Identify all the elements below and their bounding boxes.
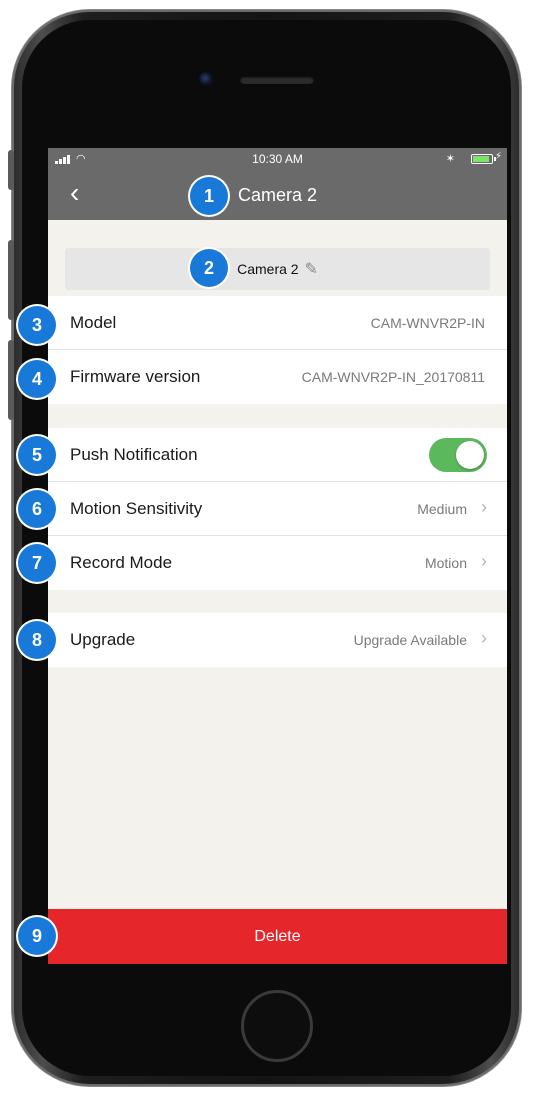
chevron-right-icon: › (481, 551, 487, 571)
motion-sensitivity-value: Medium (417, 501, 467, 517)
upgrade-value: Upgrade Available (353, 632, 467, 648)
camera-name-field[interactable]: Camera 2 ✎ (65, 248, 490, 290)
volume-down-button (8, 340, 14, 420)
settings-group: Push Notification Motion Sensitivity Med… (48, 428, 507, 590)
callout-badge-7: 7 (18, 544, 56, 582)
callout-badge-6: 6 (18, 490, 56, 528)
push-notification-row: Push Notification (48, 428, 507, 482)
record-mode-label: Record Mode (70, 553, 173, 572)
callout-badge-5: 5 (18, 436, 56, 474)
motion-sensitivity-row[interactable]: Motion Sensitivity Medium › (48, 482, 507, 536)
volume-up-button (8, 240, 14, 320)
chevron-right-icon: › (481, 497, 487, 517)
record-mode-value: Motion (424, 555, 467, 571)
status-time: 10:30 AM (252, 152, 303, 166)
bluetooth-icon: ✶ (445, 153, 455, 165)
callout-badge-1: 1 (190, 177, 228, 215)
charging-icon: ⚡ (494, 151, 502, 162)
mute-switch (8, 150, 14, 190)
push-notification-label: Push Notification (70, 445, 198, 464)
pencil-icon[interactable]: ✎ (304, 261, 317, 278)
callout-badge-3: 3 (18, 306, 56, 344)
home-button[interactable] (241, 990, 313, 1062)
firmware-label: Firmware version (70, 367, 201, 386)
front-camera (199, 72, 213, 86)
callout-badge-8: 8 (18, 621, 56, 659)
page-title: Camera 2 (237, 185, 318, 205)
info-group: Model CAM-WNVR2P-IN Firmware version CAM… (48, 296, 507, 404)
model-row: Model CAM-WNVR2P-IN (48, 296, 507, 350)
model-label: Model (70, 313, 117, 332)
upgrade-label: Upgrade (70, 630, 136, 649)
callout-badge-9: 9 (18, 917, 56, 955)
upgrade-group: Upgrade Upgrade Available › (48, 613, 507, 667)
app-screen: ◠ 10:30 AM ✶ ⚡ ‹ Camera 2 Camera 2 ✎ Mod… (48, 148, 507, 964)
model-value: CAM-WNVR2P-IN (370, 315, 485, 331)
callout-badge-4: 4 (18, 360, 56, 398)
push-notification-toggle[interactable] (429, 438, 487, 472)
upgrade-row[interactable]: Upgrade Upgrade Available › (48, 613, 507, 667)
callout-badge-2: 2 (190, 249, 228, 287)
chevron-right-icon: › (481, 628, 487, 648)
delete-button[interactable]: Delete (48, 909, 507, 964)
camera-name-text: Camera 2 (237, 261, 299, 277)
toggle-knob (456, 441, 484, 469)
status-bar: ◠ 10:30 AM ✶ ⚡ (48, 148, 507, 170)
record-mode-row[interactable]: Record Mode Motion › (48, 536, 507, 590)
firmware-value: CAM-WNVR2P-IN_20170811 (301, 369, 485, 385)
battery-icon (471, 154, 496, 164)
firmware-row: Firmware version CAM-WNVR2P-IN_20170811 (48, 350, 507, 404)
motion-sensitivity-label: Motion Sensitivity (70, 499, 203, 518)
earpiece-speaker (240, 76, 314, 84)
nav-bar: ‹ Camera 2 (48, 170, 507, 220)
